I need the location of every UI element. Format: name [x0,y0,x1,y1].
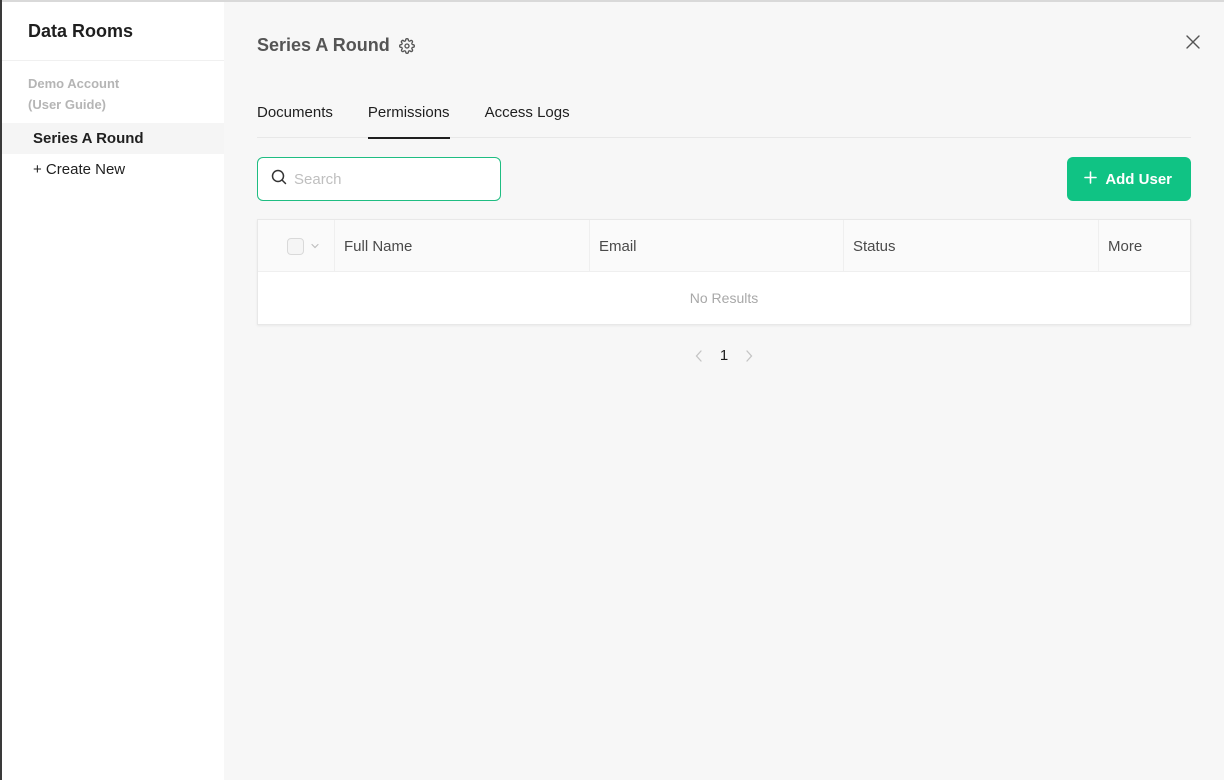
users-table: Full Name Email Status More No Results [257,219,1191,325]
column-header-more: More [1108,237,1143,255]
sidebar-item-create-new[interactable]: + Create New [2,154,224,185]
toolbar: Add User [257,157,1191,201]
column-header-full-name[interactable]: Full Name [335,220,590,272]
tab-documents[interactable]: Documents [257,91,333,138]
data-rooms-modal: Data Rooms Demo Account (User Guide) Ser… [2,2,1224,780]
page-title: Series A Round [257,35,416,56]
sidebar-title: Data Rooms [28,21,134,41]
column-header-email[interactable]: Email [590,220,844,272]
search-icon [271,169,287,190]
sidebar-group-label: Demo Account (User Guide) [28,76,120,112]
column-header-status[interactable]: Status [844,220,1099,272]
search-input[interactable] [294,170,484,188]
tab-access-logs[interactable]: Access Logs [485,91,570,138]
select-all-checkbox[interactable] [287,237,304,255]
page-number[interactable]: 1 [720,347,728,364]
chevron-left-icon[interactable] [692,349,706,363]
table-header: Full Name Email Status More [258,220,1190,272]
sidebar-item-series-a-round[interactable]: Series A Round [2,123,224,154]
tab-bar: Documents Permissions Access Logs [257,91,1191,139]
add-user-label: Add User [1105,170,1172,188]
sidebar-header: Data Rooms [2,2,224,61]
close-icon[interactable] [1183,32,1203,52]
pagination: 1 [257,347,1191,364]
plus-icon [1084,170,1098,188]
gear-icon[interactable] [398,37,416,55]
search-box[interactable] [257,157,501,201]
main-panel: Series A Round Documents Permissions Acc… [224,2,1224,780]
chevron-down-icon[interactable] [310,238,320,255]
add-user-button[interactable]: Add User [1067,157,1191,201]
empty-state: No Results [689,290,759,306]
chevron-right-icon[interactable] [742,349,756,363]
tab-permissions[interactable]: Permissions [367,91,450,139]
select-all-column [258,220,335,272]
page-title-text: Series A Round [257,35,390,55]
main-header: Series A Round [257,2,1200,91]
sidebar: Data Rooms Demo Account (User Guide) Ser… [2,2,224,780]
